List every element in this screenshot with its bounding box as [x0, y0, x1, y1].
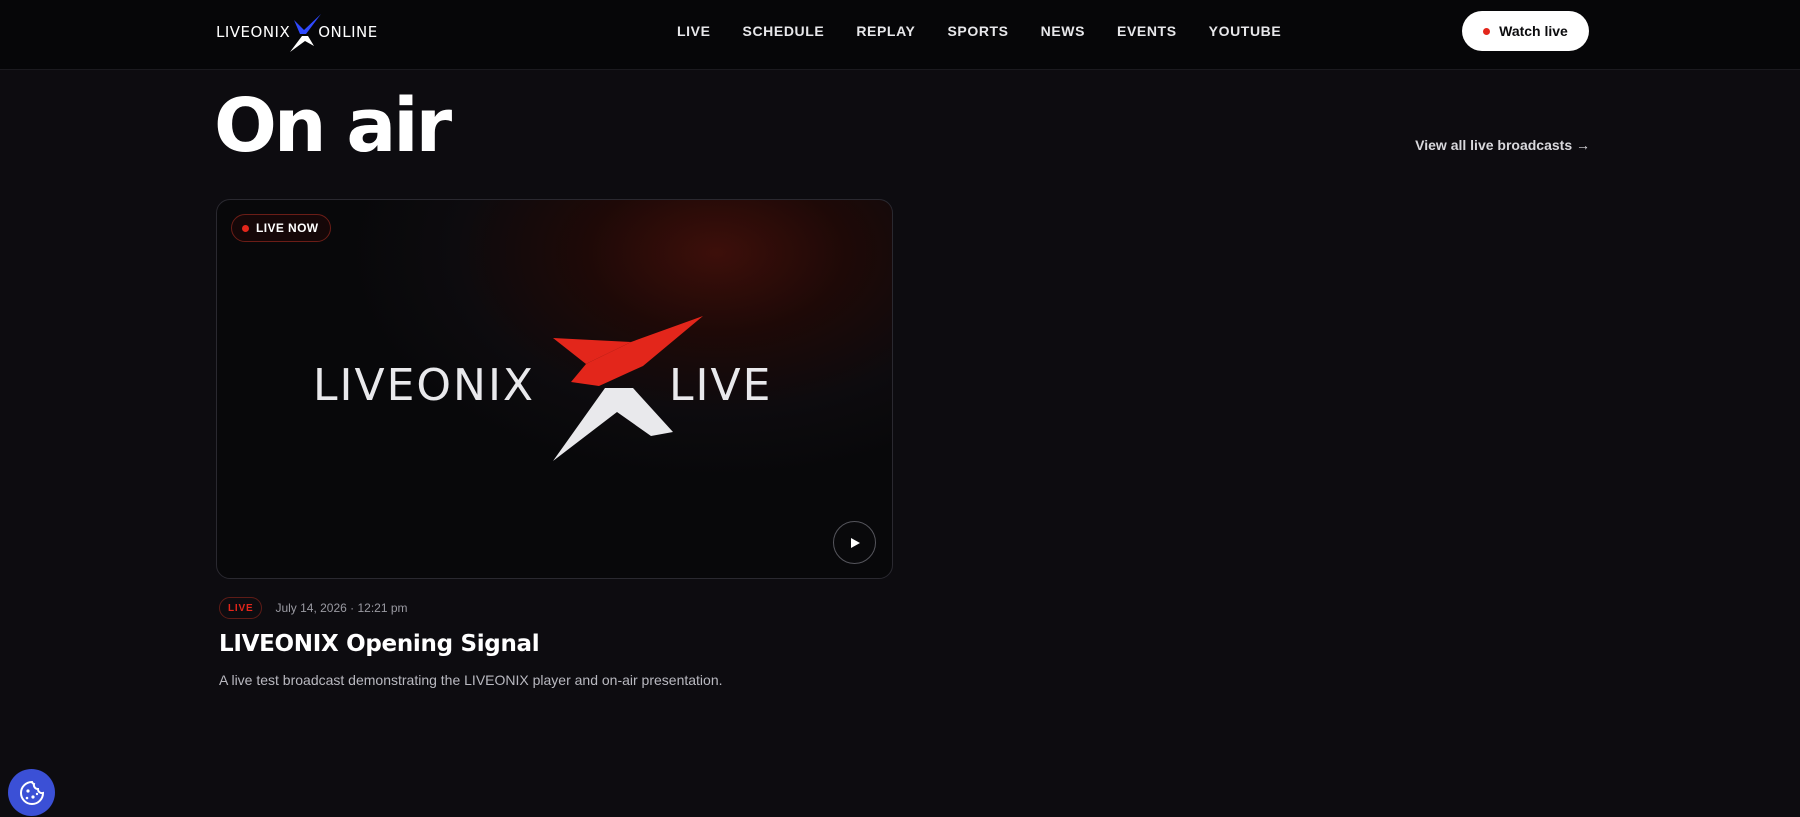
play-button[interactable] — [833, 521, 876, 564]
play-icon — [850, 537, 860, 548]
live-now-pill: LIVE NOW — [231, 214, 331, 242]
thumbnail-logo-text-left: LIVEONIX — [313, 360, 536, 411]
cookie-icon — [19, 780, 44, 805]
watch-live-button[interactable]: Watch live — [1462, 11, 1589, 51]
main-nav: LIVE SCHEDULE REPLAY SPORTS NEWS EVENTS … — [677, 0, 1281, 62]
broadcast-meta: LIVE July 14, 2026 · 12:21 pm — [219, 597, 408, 619]
logo-text-left: LIVEONIX — [216, 23, 291, 41]
top-navigation-bar: LIVEONIX ONLINE LIVE SCHEDULE REPLAY SPO… — [0, 0, 1800, 70]
nav-item-youtube[interactable]: YOUTUBE — [1209, 23, 1282, 39]
cookie-settings-button[interactable] — [8, 769, 55, 816]
thumbnail-logo-text-right: LIVE — [669, 360, 773, 411]
broadcast-title[interactable]: LIVEONIX Opening Signal — [219, 631, 540, 657]
nav-item-news[interactable]: NEWS — [1041, 23, 1085, 39]
site-logo[interactable]: LIVEONIX ONLINE — [216, 10, 386, 54]
nav-item-sports[interactable]: SPORTS — [947, 23, 1008, 39]
nav-item-events[interactable]: EVENTS — [1117, 23, 1177, 39]
broadcast-date: July 14, 2026 · 12:21 pm — [275, 601, 408, 615]
live-badge: LIVE — [219, 597, 263, 619]
live-dot-icon — [242, 224, 249, 232]
broadcast-description: A live test broadcast demonstrating the … — [219, 672, 723, 688]
page-title: On air — [214, 83, 452, 169]
view-all-live-broadcasts-link[interactable]: View all live broadcasts → — [1415, 137, 1590, 153]
thumbnail-logo: LIVEONIX LIVE — [313, 316, 803, 466]
live-now-label: LIVE NOW — [256, 221, 319, 235]
nav-item-schedule[interactable]: SCHEDULE — [743, 23, 825, 39]
nav-item-live[interactable]: LIVE — [677, 23, 711, 39]
logo-text-right: ONLINE — [318, 23, 378, 41]
nav-item-replay[interactable]: REPLAY — [856, 23, 915, 39]
live-broadcast-card[interactable]: LIVE NOW LIVEONIX LIVE — [216, 199, 893, 579]
live-dot-icon — [1483, 27, 1491, 35]
watch-live-label: Watch live — [1499, 23, 1568, 39]
